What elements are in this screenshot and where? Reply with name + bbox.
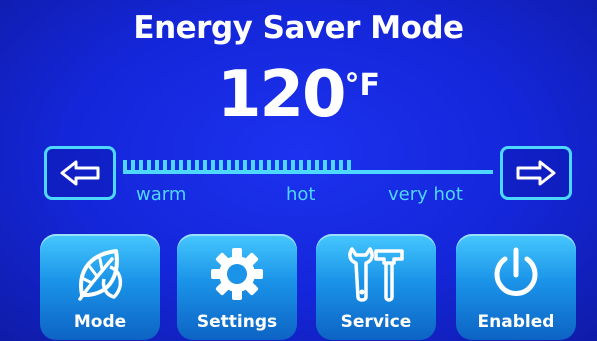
slider-tick: [259, 160, 263, 172]
service-button[interactable]: Service: [316, 234, 436, 340]
slider-tick: [179, 160, 183, 172]
scale-label-very-hot: very hot: [388, 184, 463, 205]
slider-tick: [211, 160, 215, 172]
slider-tick: [251, 160, 255, 172]
slider-tick: [235, 160, 239, 172]
tools-icon: [348, 247, 404, 302]
slider-tick: [131, 160, 135, 172]
power-icon: [494, 247, 538, 296]
slider-tick: [331, 160, 335, 172]
slider-tick: [195, 160, 199, 172]
mode-button[interactable]: Mode: [40, 234, 160, 340]
settings-button[interactable]: Settings: [177, 234, 297, 340]
temperature-unit: °F: [344, 68, 381, 103]
slider-tick: [283, 160, 287, 172]
right-arrow-icon: [516, 160, 556, 186]
service-button-label: Service: [340, 312, 412, 332]
enabled-button-label: Enabled: [477, 312, 555, 332]
slider-tick: [155, 160, 159, 172]
slider-tick: [347, 160, 351, 172]
slider-tick: [203, 160, 207, 172]
left-arrow-icon: [60, 160, 100, 186]
slider-tick: [123, 160, 127, 172]
display-screen: Energy Saver Mode 120°F warm hot very ho…: [0, 0, 597, 341]
slider-tick: [139, 160, 143, 172]
settings-button-label: Settings: [196, 312, 278, 332]
slider-tick: [267, 160, 271, 172]
temperature-value: 120: [216, 58, 347, 132]
slider-tick: [163, 160, 167, 172]
slider-tick: [299, 160, 303, 172]
slider-tick: [171, 160, 175, 172]
slider-tick: [243, 160, 247, 172]
slider-tick: [219, 160, 223, 172]
increase-button[interactable]: [500, 146, 572, 200]
gear-icon: [211, 248, 263, 300]
decrease-button[interactable]: [44, 146, 116, 200]
slider-tick: [323, 160, 327, 172]
slider-tick: [315, 160, 319, 172]
slider-tick: [187, 160, 191, 172]
slider-tick: [275, 160, 279, 172]
mode-button-label: Mode: [73, 312, 127, 332]
slider-tick: [147, 160, 151, 172]
enabled-button[interactable]: Enabled: [456, 234, 576, 340]
page-title: Energy Saver Mode: [133, 10, 464, 46]
temperature-slider[interactable]: [123, 158, 493, 178]
leaf-icon: [78, 249, 123, 301]
scale-label-warm: warm: [136, 184, 187, 205]
slider-tick: [307, 160, 311, 172]
scale-label-hot: hot: [286, 184, 316, 205]
slider-tick: [339, 160, 343, 172]
slider-tick: [227, 160, 231, 172]
temperature-readout: 120°F: [0, 58, 597, 132]
slider-tick: [291, 160, 295, 172]
